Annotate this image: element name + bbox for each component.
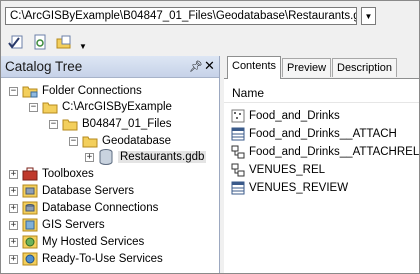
list-item-label: Food_and_Drinks__ATTACH xyxy=(249,128,397,140)
collapse-toggle[interactable]: − xyxy=(9,86,18,96)
catalog-window: C:\ArcGISByExample\B04847_01_Files\Geoda… xyxy=(0,0,420,274)
tree-item-restaurants-gdb[interactable]: + Restaurants.gdb xyxy=(85,149,207,165)
tree-item-ready-to-use-services[interactable]: + Ready-To-Use Services xyxy=(9,251,163,267)
expand-toggle[interactable]: + xyxy=(9,186,18,196)
collapse-toggle[interactable]: − xyxy=(29,102,38,112)
collapse-toggle[interactable]: − xyxy=(69,136,78,146)
list-item[interactable]: Food_and_Drinks__ATTACH xyxy=(230,125,397,143)
tree-item-arcgisbyexample[interactable]: − C:\ArcGISByExample xyxy=(29,99,172,115)
tree-item-b04847-files[interactable]: − B04847_01_Files xyxy=(49,116,172,132)
list-item-label: VENUES_REVIEW xyxy=(249,182,349,194)
expand-toggle[interactable]: + xyxy=(9,237,18,247)
tab-contents[interactable]: Contents xyxy=(227,56,282,79)
catalog-tree-header: Catalog Tree 📌︎ ✕ xyxy=(1,56,219,78)
tree-item-label: Toolboxes xyxy=(42,168,94,180)
expand-toggle[interactable]: + xyxy=(9,169,18,179)
location-input[interactable]: C:\ArcGISByExample\B04847_01_Files\Geoda… xyxy=(5,7,357,25)
tree-item-gis-servers[interactable]: + GIS Servers xyxy=(9,217,105,233)
view-options-button[interactable] xyxy=(55,33,73,51)
folder-icon xyxy=(42,99,58,115)
hosted-services-icon xyxy=(22,234,38,250)
point-feature-class-icon xyxy=(230,108,246,124)
toolbox-icon xyxy=(22,166,38,182)
tree-item-label: GIS Servers xyxy=(42,219,105,231)
folder-document-icon xyxy=(56,35,71,49)
expand-toggle[interactable]: + xyxy=(9,220,18,230)
list-item-label: Food_and_Drinks__ATTACHREL xyxy=(249,146,420,158)
tree-item-label: B04847_01_Files xyxy=(82,118,172,130)
checkmark-icon xyxy=(8,35,23,49)
tree-item-database-servers[interactable]: + Database Servers xyxy=(9,183,134,199)
chevron-down-icon: ▼ xyxy=(79,42,87,51)
geodatabase-icon xyxy=(98,149,114,165)
pin-icon[interactable]: 📌︎ xyxy=(189,60,203,73)
list-item-label: Food_and_Drinks xyxy=(249,110,340,122)
list-item[interactable]: Food_and_Drinks xyxy=(230,107,340,125)
tree-item-toolboxes[interactable]: + Toolboxes xyxy=(9,166,94,182)
database-server-icon xyxy=(22,183,38,199)
tree-item-label: C:\ArcGISByExample xyxy=(62,101,172,113)
gis-server-icon xyxy=(22,217,38,233)
tree-item-label: Database Servers xyxy=(42,185,135,197)
tab-strip: Contents Preview Description xyxy=(224,56,419,79)
list-item[interactable]: VENUES_REL xyxy=(230,161,325,179)
tab-preview[interactable]: Preview xyxy=(282,58,332,77)
pane-title: Catalog Tree xyxy=(5,59,83,74)
refresh-button[interactable] xyxy=(31,33,49,51)
header-divider xyxy=(224,102,419,103)
folder-icon xyxy=(82,133,98,149)
list-item-label: VENUES_REL xyxy=(249,164,326,176)
toolbar: ▼ xyxy=(5,33,417,53)
ready-to-use-services-icon xyxy=(22,251,38,267)
chevron-down-icon: ▼ xyxy=(364,11,373,21)
tree-item-label: Ready-To-Use Services xyxy=(42,253,163,265)
tree-item-label: Folder Connections xyxy=(42,85,142,97)
database-connection-icon xyxy=(22,200,38,216)
relationship-class-icon xyxy=(230,144,246,160)
location-dropdown-button[interactable]: ▼ xyxy=(361,7,376,25)
list-item[interactable]: VENUES_REVIEW xyxy=(230,179,348,197)
list-item[interactable]: Food_and_Drinks__ATTACHREL xyxy=(230,143,419,161)
toolbar-overflow-button[interactable]: ▼ xyxy=(79,39,87,51)
folder-icon xyxy=(62,116,78,132)
tree-item-my-hosted-services[interactable]: + My Hosted Services xyxy=(9,234,144,250)
relationship-class-icon xyxy=(230,162,246,178)
tree-item-label: Geodatabase xyxy=(102,135,172,147)
close-icon[interactable]: ✕ xyxy=(204,58,215,74)
location-bar: C:\ArcGISByExample\B04847_01_Files\Geoda… xyxy=(5,7,417,27)
table-icon xyxy=(230,180,246,196)
collapse-toggle[interactable]: − xyxy=(49,119,58,129)
contents-pane: Contents Preview Description Name Food_a… xyxy=(224,56,419,273)
document-refresh-icon xyxy=(34,34,46,50)
tree-item-label: My Hosted Services xyxy=(42,236,145,248)
tree-item-database-connections[interactable]: + Database Connections xyxy=(9,200,158,216)
tree-item-label: Restaurants.gdb xyxy=(118,151,207,163)
expand-toggle[interactable]: + xyxy=(9,203,18,213)
expand-toggle[interactable]: + xyxy=(85,152,94,162)
tree-item-geodatabase[interactable]: − Geodatabase xyxy=(69,133,171,149)
connect-button[interactable] xyxy=(7,33,25,51)
expand-toggle[interactable]: + xyxy=(9,254,18,264)
table-icon xyxy=(230,126,246,142)
name-column-header[interactable]: Name xyxy=(232,86,264,100)
tree-item-folder-connections[interactable]: − Folder Connections xyxy=(9,83,142,99)
tab-description[interactable]: Description xyxy=(332,58,398,77)
catalog-tree-pane: Catalog Tree 📌︎ ✕ − Folder Connections −… xyxy=(1,56,220,273)
folder-connection-icon xyxy=(22,83,38,99)
tree-item-label: Database Connections xyxy=(42,202,159,214)
